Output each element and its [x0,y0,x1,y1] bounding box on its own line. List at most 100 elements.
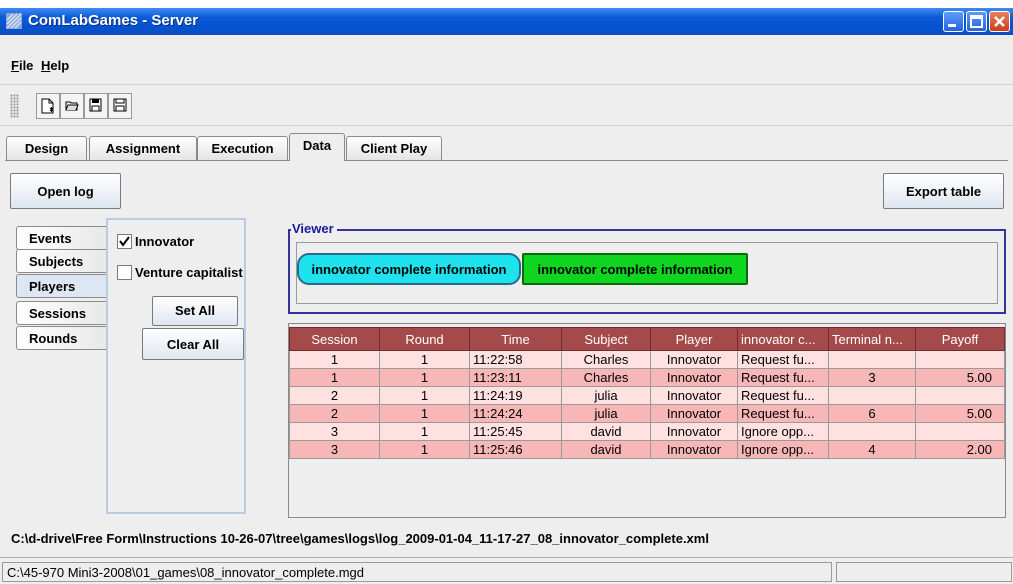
viewer-label: Viewer [291,221,337,236]
column-header-subject[interactable]: Subject [561,327,651,351]
cell-payoff [915,386,1005,405]
cell-payoff: 5.00 [915,368,1005,387]
cell-time: 11:24:19 [469,386,562,405]
column-header-terminal-node[interactable]: Terminal n... [828,327,916,351]
table-row[interactable]: 3 1 11:25:46 david Innovator Ignore opp.… [289,440,1005,459]
cell-round: 1 [379,350,470,369]
cell-subject: Charles [561,368,651,387]
cell-round: 1 [379,368,470,387]
title-bar[interactable]: ComLabGames - Server [0,8,1013,35]
cell-time: 11:25:45 [469,422,562,441]
cell-terminal-node: 4 [828,440,916,459]
toolbar-grip[interactable] [10,94,19,118]
close-button[interactable] [989,11,1010,32]
open-icon [65,101,79,111]
column-header-time[interactable]: Time [469,327,562,351]
cell-round: 1 [379,386,470,405]
cell-innovator-choice: Request fu... [737,404,829,423]
clear-all-button[interactable]: Clear All [142,328,244,360]
venture-capitalist-checkbox[interactable] [117,265,132,280]
cell-player: Innovator [650,386,738,405]
check-icon [119,236,130,247]
minimize-button[interactable] [943,11,964,32]
table-row[interactable]: 2 1 11:24:19 julia Innovator Request fu.… [289,386,1005,405]
menu-bar [0,35,1013,65]
column-header-innovator-choice[interactable]: innovator c... [737,327,829,351]
cell-round: 1 [379,404,470,423]
side-tab-subjects[interactable]: Subjects [16,249,108,273]
cell-terminal-node [828,422,916,441]
cell-payoff: 5.00 [915,404,1005,423]
export-table-button[interactable]: Export table [883,173,1004,209]
status-game-path: C:\45-970 Mini3-2008\01_games\08_innovat… [2,562,832,582]
cell-time: 11:22:58 [469,350,562,369]
window-title: ComLabGames - Server [28,12,199,29]
cell-player: Innovator [650,350,738,369]
app-icon [6,13,22,29]
player-filter-panel [106,218,246,514]
save-as-button[interactable] [84,93,108,119]
table-row[interactable]: 1 1 11:23:11 Charles Innovator Request f… [289,368,1005,387]
menu-file[interactable]: File [11,58,33,73]
cell-subject: julia [561,386,651,405]
viewer-item-2[interactable]: innovator complete information [522,253,748,285]
status-right-panel [836,562,1012,582]
cell-time: 11:24:24 [469,404,562,423]
cell-innovator-choice: Ignore opp... [737,440,829,459]
open-log-button[interactable]: Open log [10,173,121,209]
new-button[interactable] [36,93,60,119]
cell-session: 2 [289,386,380,405]
cell-session: 3 [289,440,380,459]
viewer-item-1[interactable]: innovator complete information [297,253,521,285]
data-table[interactable]: Session Round Time Subject Player innova… [289,327,1005,459]
new-icon [41,98,54,114]
cell-round: 1 [379,440,470,459]
column-header-player[interactable]: Player [650,327,738,351]
maximize-button[interactable] [966,11,987,32]
table-row[interactable]: 2 1 11:24:24 julia Innovator Request fu.… [289,404,1005,423]
innovator-checkbox[interactable] [117,234,132,249]
side-tab-events[interactable]: Events [16,226,108,250]
cell-player: Innovator [650,404,738,423]
table-row[interactable]: 3 1 11:25:45 david Innovator Ignore opp.… [289,422,1005,441]
tab-assignment[interactable]: Assignment [89,136,197,160]
cell-session: 2 [289,404,380,423]
tab-execution[interactable]: Execution [197,136,288,160]
table-header-row: Session Round Time Subject Player innova… [289,327,1005,351]
tab-design[interactable]: Design [6,136,87,160]
cell-payoff [915,422,1005,441]
venture-capitalist-label: Venture capitalist [135,265,243,280]
menu-help[interactable]: Help [41,58,69,73]
open-button[interactable] [60,93,84,119]
cell-terminal-node: 6 [828,404,916,423]
cell-session: 3 [289,422,380,441]
cell-innovator-choice: Request fu... [737,368,829,387]
column-header-session[interactable]: Session [289,327,380,351]
save-icon [113,98,127,112]
toolbar [0,84,1013,126]
cell-innovator-choice: Request fu... [737,350,829,369]
log-file-path: C:\d-drive\Free Form\Instructions 10-26-… [11,531,709,546]
cell-time: 11:25:46 [469,440,562,459]
side-tab-players[interactable]: Players [16,274,108,298]
cell-terminal-node: 3 [828,368,916,387]
tab-client-play[interactable]: Client Play [346,136,442,160]
cell-subject: julia [561,404,651,423]
cell-subject: david [561,422,651,441]
set-all-button[interactable]: Set All [152,296,238,326]
side-tab-rounds[interactable]: Rounds [16,326,108,350]
cell-terminal-node [828,386,916,405]
table-row[interactable]: 1 1 11:22:58 Charles Innovator Request f… [289,350,1005,369]
column-header-payoff[interactable]: Payoff [915,327,1005,351]
innovator-label: Innovator [135,234,195,249]
save-button[interactable] [108,93,132,119]
tab-data[interactable]: Data [289,133,345,161]
cell-player: Innovator [650,368,738,387]
cell-innovator-choice: Request fu... [737,386,829,405]
side-tab-sessions[interactable]: Sessions [16,301,108,325]
cell-payoff: 2.00 [915,440,1005,459]
cell-payoff [915,350,1005,369]
column-header-round[interactable]: Round [379,327,470,351]
cell-player: Innovator [650,440,738,459]
cell-session: 1 [289,350,380,369]
